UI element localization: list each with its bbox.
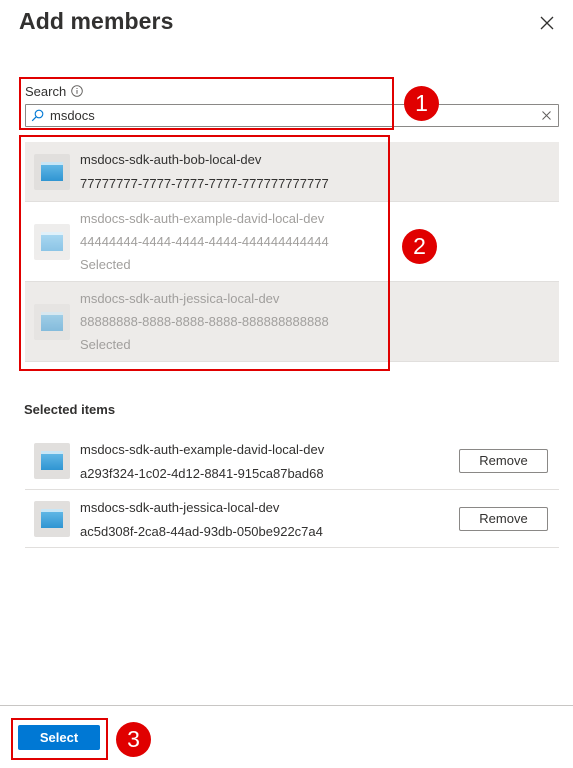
selected-item-row: msdocs-sdk-auth-example-david-local-dev …: [25, 432, 559, 490]
footer-divider: [0, 705, 573, 706]
close-icon[interactable]: [535, 11, 559, 35]
panel-title: Add members: [19, 8, 174, 34]
close-button[interactable]: [535, 11, 559, 35]
app-registration-icon: [34, 443, 70, 479]
callout-number-1: 1: [404, 86, 439, 121]
selected-item-row: msdocs-sdk-auth-jessica-local-dev ac5d30…: [25, 490, 559, 548]
selected-items-heading: Selected items: [24, 402, 116, 417]
selected-item-id: a293f324-1c02-4d12-8841-915ca87bad68: [80, 466, 324, 481]
clear-icon[interactable]: [541, 110, 552, 121]
selected-item-name: msdocs-sdk-auth-example-david-local-dev: [80, 442, 325, 457]
callout-box-results: [19, 135, 390, 371]
callout-number-2: 2: [402, 229, 437, 264]
callout-box-search: [19, 77, 394, 130]
callout-number-3: 3: [116, 722, 151, 757]
app-registration-icon: [34, 501, 70, 537]
remove-button[interactable]: Remove: [459, 449, 548, 473]
selected-item-id: ac5d308f-2ca8-44ad-93db-050be922c7a4: [80, 524, 323, 539]
selected-item-name: msdocs-sdk-auth-jessica-local-dev: [80, 500, 280, 515]
callout-box-select: [11, 718, 108, 760]
remove-button[interactable]: Remove: [459, 507, 548, 531]
